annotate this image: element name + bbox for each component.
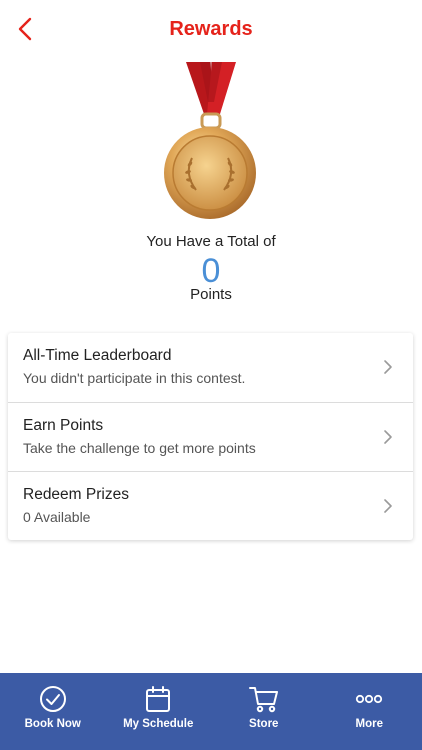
chevron-right-icon: [384, 430, 392, 444]
medal-icon: [160, 62, 260, 230]
header: Rewards: [0, 0, 422, 62]
redeem-prizes-subtitle: 0 Available: [23, 509, 91, 525]
earn-points-row[interactable]: Earn Points Take the challenge to get mo…: [8, 402, 413, 471]
cart-icon: [248, 684, 279, 714]
chevron-right-icon: [384, 499, 392, 513]
points-value: 0: [201, 252, 221, 290]
redeem-prizes-title: Redeem Prizes: [23, 486, 129, 503]
chevron-right-icon: [384, 360, 392, 374]
tab-more[interactable]: More: [317, 673, 422, 750]
tab-label: Book Now: [24, 718, 81, 730]
page-title: Rewards: [169, 18, 253, 40]
rewards-menu-card: All-Time Leaderboard You didn't particip…: [8, 333, 413, 540]
earn-points-subtitle: Take the challenge to get more points: [23, 440, 256, 456]
redeem-prizes-row[interactable]: Redeem Prizes 0 Available: [8, 471, 413, 540]
tab-label: My Schedule: [123, 718, 194, 730]
tab-book-now[interactable]: Book Now: [0, 673, 106, 750]
points-label: Points: [190, 286, 232, 303]
leaderboard-title: All-Time Leaderboard: [23, 347, 172, 364]
tab-label: Store: [249, 718, 279, 730]
leaderboard-row[interactable]: All-Time Leaderboard You didn't particip…: [8, 333, 413, 402]
earn-points-title: Earn Points: [23, 417, 104, 434]
tab-my-schedule[interactable]: My Schedule: [106, 673, 212, 750]
check-circle-icon: [38, 684, 68, 714]
tab-store[interactable]: Store: [211, 673, 317, 750]
total-label: You Have a Total of: [146, 233, 276, 250]
bottom-tab-bar: Book Now My Schedule Store More: [0, 673, 422, 750]
tab-label: More: [355, 718, 383, 730]
leaderboard-subtitle: You didn't participate in this contest.: [23, 370, 246, 386]
calendar-icon: [143, 684, 173, 714]
more-dots-icon: [354, 684, 384, 714]
